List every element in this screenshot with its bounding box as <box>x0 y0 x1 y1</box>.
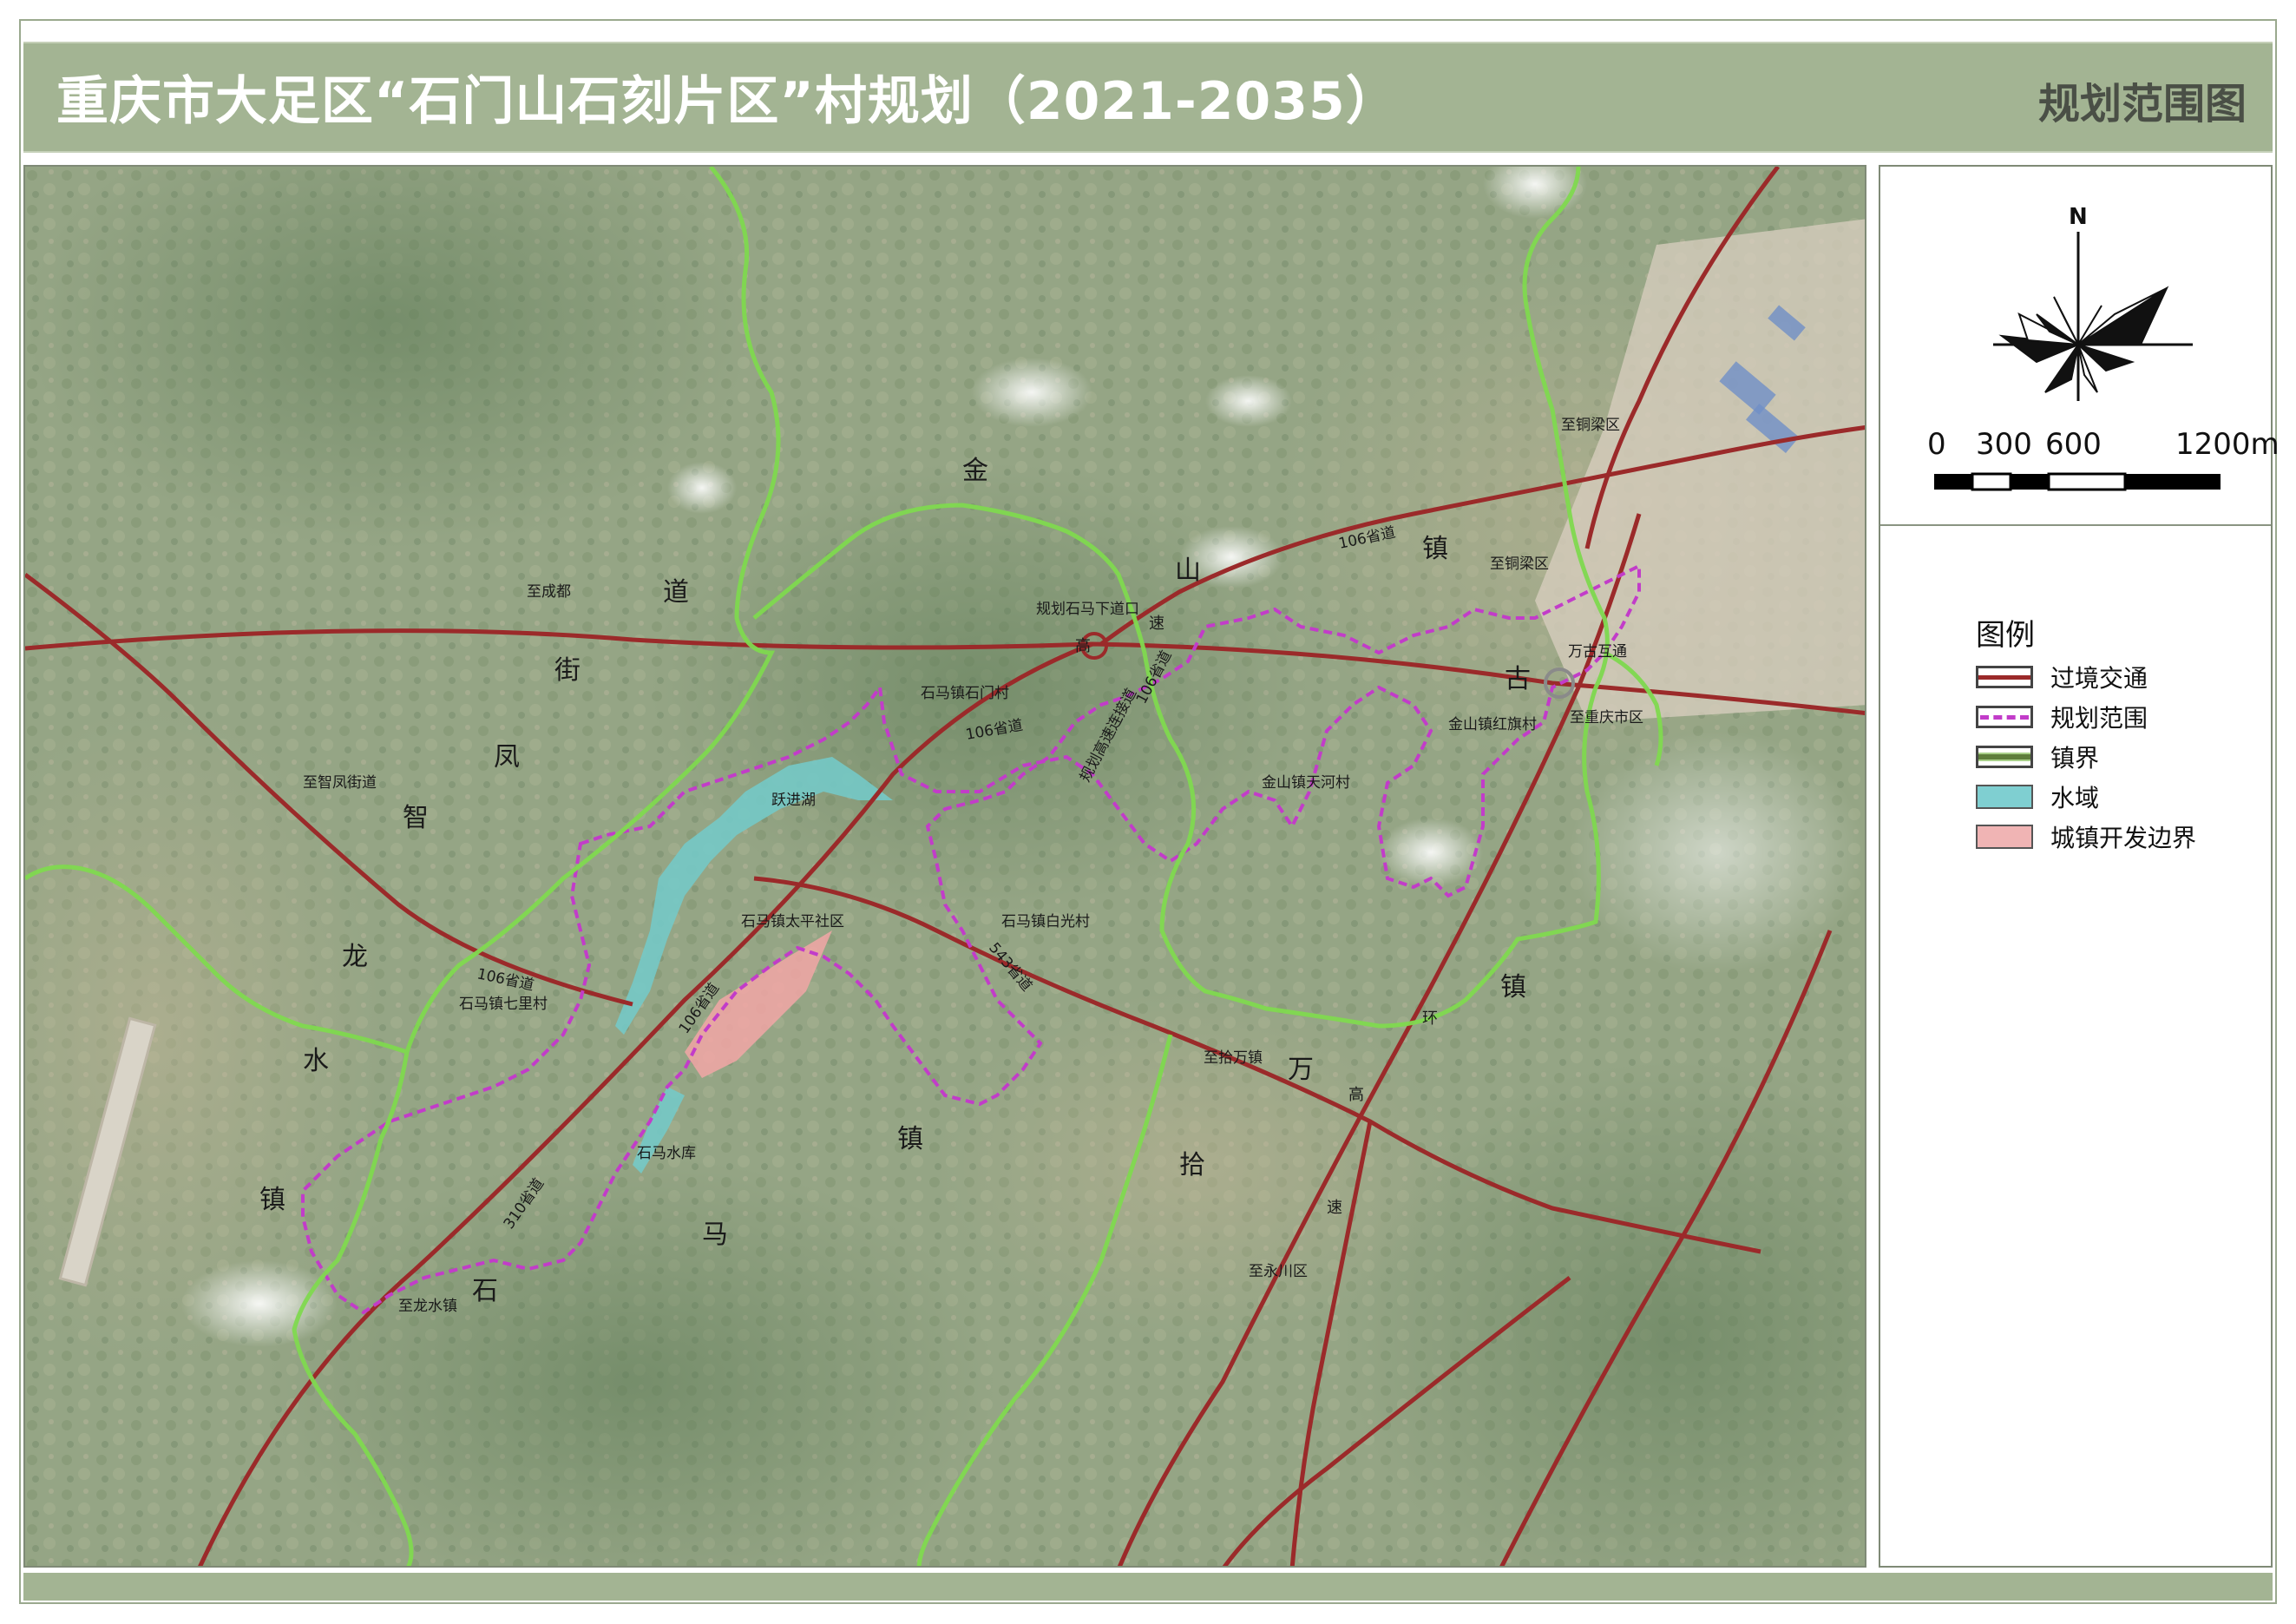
town-label-zhifeng: 凤 <box>494 742 520 773</box>
legend-swatch-transit <box>1976 666 2033 688</box>
place-label: 至智凤街道 <box>303 774 377 792</box>
place-label: 跃进湖 <box>771 792 816 809</box>
legend-label: 过境交通 <box>2050 664 2148 693</box>
cloud <box>971 358 1092 427</box>
footer-bar <box>23 1573 2273 1601</box>
place-label: 至龙水镇 <box>398 1298 457 1315</box>
place-label: 万古互通 <box>1568 643 1627 661</box>
legend-swatch-water <box>1976 785 2033 809</box>
legend-swatch-town-boundary <box>1976 746 2033 768</box>
place-label: 石马镇白光村 <box>1001 913 1090 930</box>
highway-label: 速 <box>1327 1199 1342 1217</box>
scale-segment <box>2047 472 2127 491</box>
town-label-longshui: 镇 <box>259 1185 285 1215</box>
scale-label-0: 0 <box>1927 427 1946 462</box>
scale-segment <box>2011 474 2049 490</box>
legend-item-town-development: 城镇开发边界 <box>1976 819 2196 854</box>
legend-item-planning: 规划范围 <box>1976 700 2148 734</box>
place-label: 金山镇天河村 <box>1262 774 1350 792</box>
town-label-shima: 石 <box>472 1276 498 1306</box>
compass-rose: N <box>1993 204 2193 401</box>
highway-label: 环 <box>1422 1009 1438 1028</box>
cloud <box>1570 731 1865 974</box>
scale-label-1200: 1200m <box>2175 427 2280 462</box>
place-label: 至重庆市区 <box>1570 709 1643 727</box>
place-label: 石马水库 <box>637 1145 696 1162</box>
place-label: 至成都 <box>527 583 571 601</box>
north-label: N <box>2069 204 2088 230</box>
legend-swatch-town-development <box>1976 825 2033 849</box>
town-label-longshui: 龙 <box>342 942 368 972</box>
town-label-zhifeng: 道 <box>663 577 689 608</box>
place-label: 至拾万镇 <box>1204 1049 1263 1067</box>
legend-label: 镇界 <box>2050 744 2100 773</box>
map-canvas: 金 山 镇 智 凤 街 道 龙 水 镇 石 马 镇 万 古 镇 拾 高 速 环 … <box>25 167 1865 1566</box>
legend-label: 规划范围 <box>2050 704 2148 733</box>
highway-label: 高 <box>1348 1086 1364 1104</box>
town-label-shima: 镇 <box>897 1124 923 1154</box>
scale-label-300: 300 <box>1976 427 2032 462</box>
panel-divider <box>1880 524 2271 526</box>
wind-rose <box>1998 286 2169 393</box>
town-label-wangu: 镇 <box>1500 972 1526 1003</box>
place-label: 石马镇太平社区 <box>741 913 844 930</box>
town-label-longshui: 水 <box>303 1046 329 1076</box>
town-label-wangu: 古 <box>1505 664 1531 694</box>
place-label: 石马镇石门村 <box>921 685 1009 702</box>
legend-title: 图例 <box>1976 618 2035 653</box>
scale-label-600: 600 <box>2045 427 2102 462</box>
place-label: 石马镇七里村 <box>459 996 548 1013</box>
legend-label: 水域 <box>2050 784 2100 812</box>
place-label: 规划石马下道口 <box>1036 601 1139 618</box>
title-bar: 重庆市大足区“石门山石刻片区”村规划（2021-2035） 规划范围图 <box>23 42 2273 153</box>
place-label: 金山镇红旗村 <box>1448 716 1537 733</box>
cloud <box>667 462 737 514</box>
legend-item-town-boundary: 镇界 <box>1976 740 2099 774</box>
map-subtitle: 规划范围图 <box>2037 80 2247 128</box>
place-label: 至铜梁区 <box>1490 556 1549 573</box>
scale-segment <box>2125 474 2221 490</box>
town-label-shima: 马 <box>702 1220 728 1250</box>
town-label-jinshan: 山 <box>1175 556 1201 586</box>
scale-segment <box>1971 472 2012 491</box>
legend-swatch-planning <box>1976 706 2033 728</box>
scale-segment <box>1934 474 1972 490</box>
highway-label: 速 <box>1149 615 1164 633</box>
place-label: 至永川区 <box>1249 1263 1308 1280</box>
town-label-shiwan: 拾 <box>1179 1150 1205 1180</box>
place-label: 至铜梁区 <box>1561 417 1620 434</box>
cloud <box>1205 375 1292 427</box>
satellite-map[interactable]: 金 山 镇 智 凤 街 道 龙 水 镇 石 马 镇 万 古 镇 拾 高 速 环 … <box>23 165 1866 1568</box>
page-title: 重庆市大足区“石门山石刻片区”村规划（2021-2035） <box>56 71 1399 132</box>
cloud <box>181 1260 338 1347</box>
town-label-zhifeng: 街 <box>554 655 581 686</box>
highway-label: 高 <box>1075 637 1091 655</box>
town-label-zhifeng: 智 <box>403 803 429 833</box>
scale-bar <box>1934 472 2221 491</box>
town-label-jinshan: 镇 <box>1422 534 1448 564</box>
legend-label: 城镇开发边界 <box>2050 824 2197 852</box>
legend-panel: N 0 300 600 1200m 图例 过境交通 规划范围 镇界 水域 城镇开… <box>1879 165 2280 1568</box>
town-label-wangu: 万 <box>1288 1055 1314 1085</box>
town-label-jinshan: 金 <box>962 456 988 486</box>
legend-item-water: 水域 <box>1976 779 2099 814</box>
legend-item-transit: 过境交通 <box>1976 660 2148 694</box>
